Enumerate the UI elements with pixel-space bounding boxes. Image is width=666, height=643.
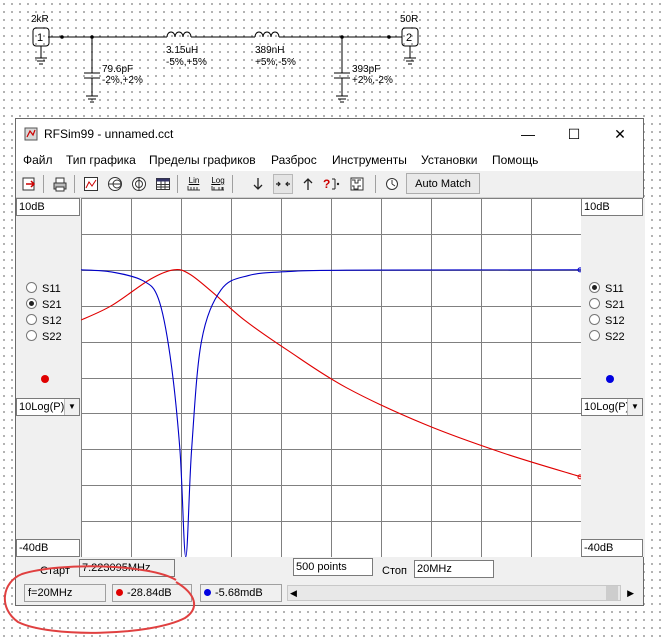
rfsim-window: RFSim99 - unnamed.cct — ☐ ✕ Файл Тип гра… xyxy=(15,118,645,606)
right-radio-s11[interactable]: S11 xyxy=(589,282,624,296)
marker-down-icon[interactable] xyxy=(248,174,268,194)
rectangular-plot-icon[interactable] xyxy=(81,174,101,194)
dropdown-value: 10Log(P) xyxy=(19,401,65,413)
dropdown-value: 10Log(P) xyxy=(584,401,630,413)
exit-to-schematic-icon[interactable] xyxy=(19,174,39,194)
radio-label: S22 xyxy=(605,331,625,343)
points-field[interactable]: 500 points xyxy=(293,558,373,576)
radio-label: S12 xyxy=(42,315,62,327)
window-title: RFSim99 - unnamed.cct xyxy=(44,127,174,141)
radio-label: S11 xyxy=(42,283,61,295)
circuit-schematic: 1 2 xyxy=(32,27,419,103)
left-scale-dropdown[interactable]: 10Log(P) ▼ xyxy=(16,398,80,416)
chevron-down-icon: ▼ xyxy=(64,399,79,415)
stop-frequency-field[interactable]: 20MHz xyxy=(414,560,494,578)
radio-label: S21 xyxy=(605,299,625,311)
stop-label: Стоп xyxy=(382,565,407,577)
left-radio-s11[interactable]: S11 xyxy=(26,282,61,296)
blue-trace-readout: -5.68mdB xyxy=(200,584,282,602)
tolerance-analysis-icon[interactable] xyxy=(347,174,367,194)
maximize-button[interactable]: ☐ xyxy=(551,119,597,149)
radio-icon xyxy=(589,314,600,325)
port2-impedance: 50R xyxy=(400,14,419,25)
c1-tolerance: -2%,+2% xyxy=(102,75,143,86)
c2-value: 393pF xyxy=(352,64,381,75)
radio-label: S22 xyxy=(42,331,62,343)
sparameter-plot xyxy=(81,198,581,557)
linear-scale-icon[interactable]: Lin xyxy=(184,174,204,194)
auto-match-button[interactable]: Auto Match xyxy=(406,173,480,194)
menu-tolerance[interactable]: Разброс xyxy=(271,153,317,167)
log-scale-icon[interactable]: Log xyxy=(208,174,228,194)
left-bottom-limit[interactable]: -40dB xyxy=(16,539,80,557)
menu-plot-limits[interactable]: Пределы графиков xyxy=(149,153,256,167)
minimize-button[interactable]: — xyxy=(505,119,551,149)
red-trace-marker-icon xyxy=(41,375,49,383)
table-view-icon[interactable] xyxy=(153,174,173,194)
right-scale-dropdown[interactable]: 10Log(P) ▼ xyxy=(581,398,643,416)
right-top-limit[interactable]: 10dB xyxy=(581,198,643,216)
right-bottom-limit[interactable]: -40dB xyxy=(581,539,643,557)
marker-up-icon[interactable] xyxy=(298,174,318,194)
svg-text:?: ? xyxy=(323,177,330,191)
log-label: Log xyxy=(211,176,225,185)
radio-selected-icon xyxy=(26,298,37,309)
port1-number: 1 xyxy=(37,32,43,44)
help-query-icon[interactable]: ? xyxy=(322,174,342,194)
radio-icon xyxy=(589,298,600,309)
blue-trace-marker-icon xyxy=(606,375,614,383)
print-icon[interactable] xyxy=(50,174,70,194)
menu-settings[interactable]: Установки xyxy=(421,153,477,167)
l2-tolerance: +5%,-5% xyxy=(255,57,296,68)
left-radio-s12[interactable]: S12 xyxy=(26,314,62,328)
red-annotation-circle xyxy=(3,565,196,634)
polar-plot-icon[interactable] xyxy=(129,174,149,194)
menu-help[interactable]: Помощь xyxy=(492,153,538,167)
radio-label: S12 xyxy=(605,315,625,327)
scroll-right-icon[interactable]: ▶ xyxy=(627,586,634,600)
menu-bar: Файл Тип графика Пределы графиков Разбро… xyxy=(16,149,643,171)
c1-value: 79.6pF xyxy=(102,64,134,75)
timer-icon[interactable] xyxy=(382,174,402,194)
radio-icon xyxy=(26,330,37,341)
zoom-in-icon[interactable] xyxy=(273,174,293,194)
left-scale-panel: 10dB S11 S21 S12 S22 10Log(P) ▼ -40dB xyxy=(16,198,80,557)
title-bar[interactable]: RFSim99 - unnamed.cct — ☐ ✕ xyxy=(16,119,643,149)
left-radio-s21[interactable]: S21 xyxy=(26,298,62,312)
close-button[interactable]: ✕ xyxy=(597,119,643,149)
radio-icon xyxy=(26,282,37,293)
chevron-down-icon: ▼ xyxy=(627,399,642,415)
radio-selected-icon xyxy=(589,282,600,293)
menu-tools[interactable]: Инструменты xyxy=(332,153,407,167)
right-radio-s22[interactable]: S22 xyxy=(589,330,625,344)
right-radio-s12[interactable]: S12 xyxy=(589,314,625,328)
c2-tolerance: +2%,-2% xyxy=(352,75,393,86)
l1-value: 3.15uH xyxy=(166,45,199,56)
scroll-left-icon[interactable]: ◀ xyxy=(290,586,297,600)
app-icon xyxy=(24,127,38,141)
l2-value: 389nH xyxy=(255,45,285,56)
menu-file[interactable]: Файл xyxy=(23,153,53,167)
toolbar: Lin Log ? Auto Match xyxy=(16,171,643,198)
scrollbar-thumb[interactable] xyxy=(606,586,618,600)
port2-number: 2 xyxy=(406,32,412,44)
radio-icon xyxy=(589,330,600,341)
radio-label: S11 xyxy=(605,283,624,295)
left-top-limit[interactable]: 10dB xyxy=(16,198,80,216)
radio-label: S21 xyxy=(42,299,62,311)
left-radio-s22[interactable]: S22 xyxy=(26,330,62,344)
right-scale-panel: 10dB S11 S21 S12 S22 10Log(P) ▼ -40dB xyxy=(581,198,645,557)
blue-readout-value: -5.68mdB xyxy=(215,587,263,599)
radio-icon xyxy=(26,314,37,325)
lin-label: Lin xyxy=(188,176,200,185)
menu-plot-type[interactable]: Тип графика xyxy=(66,153,136,167)
frequency-scrollbar[interactable]: ◀ ▶ xyxy=(287,585,634,601)
port1-impedance: 2kR xyxy=(31,14,49,25)
l1-tolerance: -5%,+5% xyxy=(166,57,207,68)
smith-chart-icon[interactable] xyxy=(105,174,125,194)
right-radio-s21[interactable]: S21 xyxy=(589,298,625,312)
